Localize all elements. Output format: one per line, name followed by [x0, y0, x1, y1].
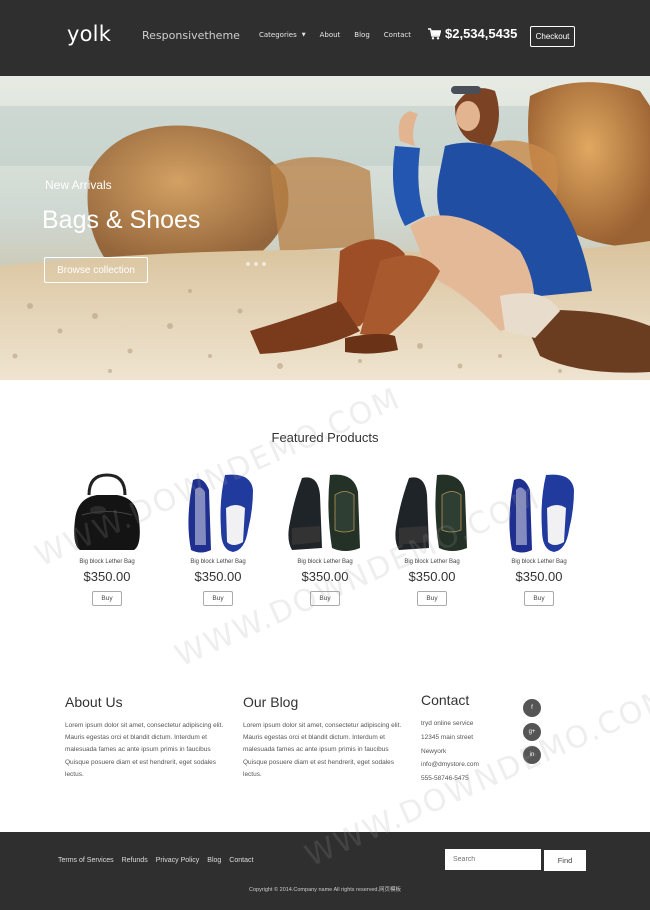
google-plus-icon[interactable]: g+ — [523, 723, 541, 741]
blue-loafers-icon — [188, 474, 253, 553]
main-nav: Categories ▼ About Blog Contact — [259, 31, 425, 39]
nav-item-label: Contact — [383, 31, 412, 39]
contact-email[interactable]: info@dmystore.com — [421, 758, 479, 772]
blog-text: Lorem ipsum dolor sit amet, consectetur … — [243, 722, 402, 778]
dark-sneakers-icon — [288, 474, 360, 551]
product-price: $350.00 — [194, 569, 242, 584]
nav-item-label: Categories — [259, 31, 297, 39]
blog-title: Our Blog — [243, 694, 299, 710]
site-footer: Terms of Services Refunds Privacy Policy… — [0, 832, 650, 910]
dark-sneakers-icon — [395, 474, 467, 551]
contact-city: Newyork — [421, 747, 447, 755]
site-header: yolk Responsivetheme Categories ▼ About … — [0, 0, 650, 76]
cart-total[interactable]: $2,534,5435 — [445, 26, 517, 41]
product-name[interactable]: Big block Lether Bag — [387, 559, 477, 565]
product-name[interactable]: Big block Lether Bag — [62, 559, 152, 565]
product-name[interactable]: Big block Lether Bag — [494, 559, 584, 565]
site-logo[interactable]: yolk — [67, 22, 111, 46]
blue-loafers-icon — [509, 474, 574, 553]
product-price: $350.00 — [515, 569, 563, 584]
about-text: Lorem ipsum dolor sit amet, consectetur … — [65, 722, 224, 778]
product-image[interactable] — [494, 470, 584, 555]
footer-link-blog[interactable]: Blog — [207, 857, 221, 864]
nav-item-label: Blog — [354, 31, 370, 39]
product-price: $350.00 — [83, 569, 131, 584]
facebook-icon[interactable]: f — [523, 699, 541, 717]
buy-button[interactable]: Buy — [310, 591, 340, 606]
hero-subtitle: New Arrivals — [45, 178, 112, 192]
product-name[interactable]: Big block Lether Bag — [173, 559, 263, 565]
browse-collection-button[interactable]: Browse collection — [44, 257, 148, 283]
product-card[interactable]: Big block Lether Bag $350.00 Buy — [280, 470, 370, 606]
nav-item-contact[interactable]: Contact — [384, 31, 411, 39]
product-price: $350.00 — [301, 569, 349, 584]
product-image[interactable] — [62, 470, 152, 555]
linkedin-icon[interactable]: in — [523, 746, 541, 764]
slider-indicators — [246, 262, 266, 266]
find-button[interactable]: Find — [544, 850, 586, 871]
nav-item-blog[interactable]: Blog — [354, 31, 369, 39]
copyright-text: Copyright © 2014.Company name All rights… — [248, 887, 401, 893]
hero-title: Bags & Shoes — [42, 206, 201, 234]
footer-link-refunds[interactable]: Refunds — [122, 857, 148, 864]
footer-link-privacy[interactable]: Privacy Policy — [156, 857, 200, 864]
slider-dot[interactable] — [254, 262, 258, 266]
hero-banner: New Arrivals Bags & Shoes Browse collect… — [0, 76, 650, 380]
footer-link-contact[interactable]: Contact — [229, 857, 253, 864]
featured-products-title: Featured Products — [271, 430, 379, 445]
contact-street: 12345 main street — [421, 733, 474, 741]
buy-button[interactable]: Buy — [203, 591, 233, 606]
black-handbag-icon — [74, 473, 140, 550]
slider-dot[interactable] — [262, 262, 266, 266]
product-image[interactable] — [387, 470, 477, 555]
caret-down-icon: ▼ — [301, 32, 306, 38]
contact-details: tryd online service 12345 main street Ne… — [421, 717, 479, 786]
nav-item-label: About — [319, 31, 341, 39]
product-price: $350.00 — [408, 569, 456, 584]
product-card[interactable]: Big block Lether Bag $350.00 Buy — [494, 470, 584, 606]
product-image[interactable] — [173, 470, 263, 555]
about-title: About Us — [65, 694, 123, 710]
nav-item-categories[interactable]: Categories ▼ — [259, 31, 306, 39]
slider-dot[interactable] — [246, 262, 250, 266]
footer-link-terms[interactable]: Terms of Services — [58, 857, 114, 864]
buy-button[interactable]: Buy — [92, 591, 122, 606]
contact-title: Contact — [421, 692, 470, 708]
buy-button[interactable]: Buy — [417, 591, 447, 606]
checkout-button[interactable]: Checkout — [530, 26, 575, 47]
product-card[interactable]: Big block Lether Bag $350.00 Buy — [173, 470, 263, 606]
product-image[interactable] — [280, 470, 370, 555]
contact-phone: 555-58746-5475 — [421, 775, 469, 783]
buy-button[interactable]: Buy — [524, 591, 554, 606]
footer-links: Terms of Services Refunds Privacy Policy… — [58, 857, 261, 864]
product-name[interactable]: Big block Lether Bag — [280, 559, 370, 565]
contact-service: tryd online service — [421, 720, 474, 727]
site-tagline: Responsivetheme — [142, 29, 240, 42]
product-card[interactable]: Big block Lether Bag $350.00 Buy — [62, 470, 152, 606]
shopping-cart-icon[interactable] — [428, 28, 441, 40]
footer-search-input[interactable] — [445, 849, 541, 870]
product-card[interactable]: Big block Lether Bag $350.00 Buy — [387, 470, 477, 606]
nav-item-about[interactable]: About — [320, 31, 341, 39]
